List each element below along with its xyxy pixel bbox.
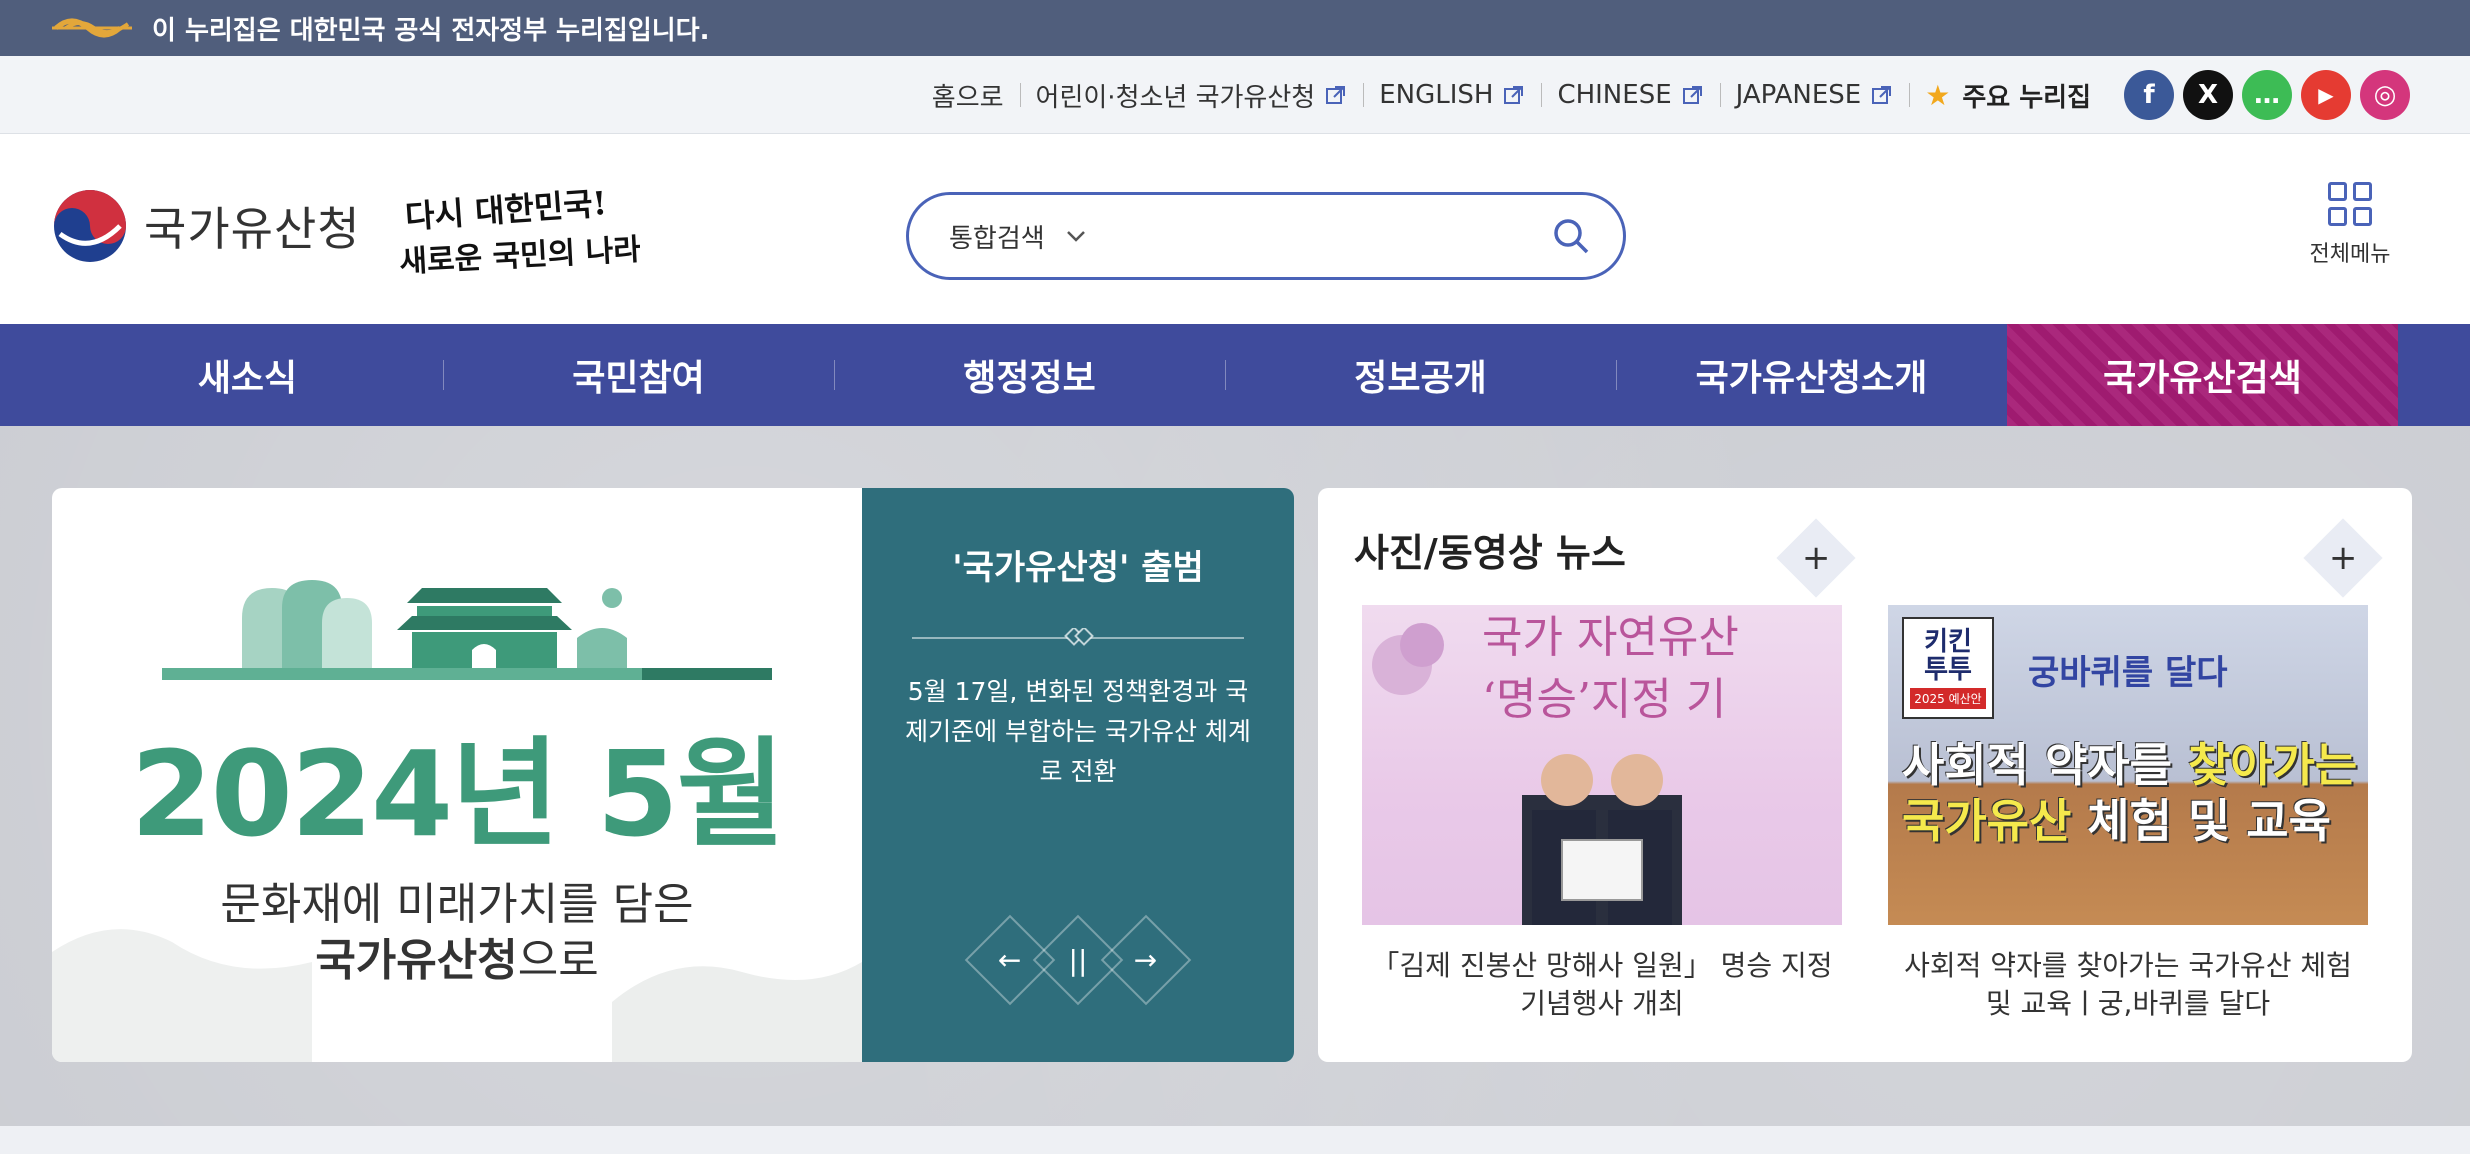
taegeuk-emblem-icon: [54, 190, 126, 262]
kids-site-link[interactable]: 어린이·청소년 국가유산청: [1019, 77, 1364, 114]
svg-text:새로운 국민의 나라: 새로운 국민의 나라: [400, 232, 640, 280]
news-card[interactable]: 국가 자연유산 ‘명승’지정 기 「김제 진봉산 망해사 일원」 명승 지정 기념…: [1362, 605, 1842, 1023]
plus-icon: +: [1801, 538, 1831, 578]
slider-next-button[interactable]: →: [1100, 914, 1192, 1006]
bottom-strip: [0, 1126, 2470, 1154]
banner-subtitle-suffix: 으로: [517, 935, 599, 986]
nav-participation[interactable]: 국민참여: [443, 324, 834, 426]
slider-controls: ← || →: [862, 914, 1294, 1006]
x-icon[interactable]: X: [2183, 70, 2233, 120]
english-link-label: ENGLISH: [1379, 80, 1494, 110]
japanese-link-label: JAPANESE: [1735, 80, 1862, 110]
video-more-button[interactable]: +: [2303, 518, 2383, 598]
external-link-icon: [1682, 86, 1702, 104]
plus-icon: +: [2328, 538, 2358, 578]
search-button[interactable]: [1547, 212, 1595, 260]
home-link[interactable]: 홈으로: [916, 77, 1020, 114]
external-link-icon: [1326, 86, 1346, 104]
egov-logo-icon: [52, 8, 132, 48]
japanese-link[interactable]: JAPANESE: [1719, 80, 1910, 110]
search-scope-select[interactable]: 통합검색: [949, 218, 1087, 255]
kids-site-link-label: 어린이·청소년 국가유산청: [1035, 82, 1316, 113]
nav-about[interactable]: 국가유산청소개: [1616, 324, 2007, 426]
sns-links: f X … ▶ ◎: [2115, 70, 2410, 120]
arrow-left-icon: ←: [998, 943, 1022, 977]
brand-name: 국가유산청: [144, 202, 361, 256]
external-link-icon: [1504, 86, 1524, 104]
chinese-link-label: CHINESE: [1557, 80, 1672, 110]
news-more-button[interactable]: +: [1776, 518, 1856, 598]
external-link-icon: [1872, 86, 1892, 104]
banner-description: 5월 17일, 변화된 정책환경과 국제기준에 부합하는 국가유산 체계로 전환: [905, 677, 1251, 786]
banner-description-panel: '국가유산청' 출범 5월 17일, 변화된 정책환경과 국제기준에 부합하는 …: [862, 488, 1294, 1062]
news-card-caption: 「김제 진봉산 망해사 일원」 명승 지정 기념행사 개최: [1371, 949, 1833, 1020]
home-link-label: 홈으로: [931, 82, 1004, 113]
facebook-icon[interactable]: f: [2124, 70, 2174, 120]
svg-text:다시 대한민국!: 다시 대한민국!: [404, 186, 608, 236]
video-card-caption: 사회적 약자를 찾아가는 국가유산 체험 및 교육ㅣ궁,바퀴를 달다: [1904, 949, 2352, 1020]
banner-subtitle-line1: 문화재에 미래가치를 담은: [220, 879, 694, 930]
banner-subtitle-line2: 국가유산청으로: [52, 924, 862, 988]
photo-video-news-panel: 사진/동영상 뉴스 + + 국가 자연유산 ‘명승’지정 기 「김제 진봉산 망해…: [1318, 488, 2412, 1062]
youtube-icon[interactable]: ▶: [2301, 70, 2351, 120]
ornament-divider-icon: [912, 628, 1244, 646]
utility-links: 홈으로 어린이·청소년 국가유산청 ENGLISH CHINESE JAPANE…: [916, 56, 2470, 134]
video-card[interactable]: 키킨 투투 2025 예산안 궁바퀴를 달다 사회적 약자를 찾아가는 국가유산…: [1888, 605, 2368, 1023]
instagram-icon[interactable]: ◎: [2360, 70, 2410, 120]
video-subtitle: 궁바퀴를 달다: [2028, 653, 2228, 693]
nav-disclosure[interactable]: 정보공개: [1225, 324, 1616, 426]
slogan-image: 다시 대한민국! 새로운 국민의 나라: [399, 184, 643, 286]
all-menu-label: 전체메뉴: [2309, 242, 2391, 267]
palace-illustration: [162, 580, 772, 680]
all-menu-button[interactable]: 전체메뉴: [2300, 182, 2400, 268]
news-thumbnail: 국가 자연유산 ‘명승’지정 기: [1362, 605, 1842, 925]
main-navigation: 새소식 국민참여 행정정보 정보공개 국가유산청소개 국가유산검색: [0, 324, 2470, 426]
talk-icon[interactable]: …: [2242, 70, 2292, 120]
arrow-right-icon: →: [1134, 943, 1158, 977]
grid-menu-icon: [2328, 182, 2372, 226]
gov-banner-text: 이 누리집은 대한민국 공식 전자정부 누리집입니다.: [152, 15, 710, 46]
video-thumbnail: 키킨 투투 2025 예산안 궁바퀴를 달다 사회적 약자를 찾아가는 국가유산…: [1888, 605, 2368, 925]
search-icon: [1554, 219, 1589, 254]
utility-bar: 홈으로 어린이·청소년 국가유산청 ENGLISH CHINESE JAPANE…: [0, 56, 2470, 134]
thumbnail-caption-text: 국가 자연유산 ‘명승’지정 기: [1482, 612, 1739, 725]
site-logo[interactable]: 국가유산청: [50, 186, 361, 266]
nav-admin-info[interactable]: 행정정보: [834, 324, 1225, 426]
search-input[interactable]: [1106, 206, 1547, 266]
search-scope-label: 통합검색: [949, 223, 1045, 254]
english-link[interactable]: ENGLISH: [1363, 80, 1541, 110]
star-icon: ★: [1925, 78, 1951, 112]
kikin-tutu-badge: 키킨 투투 2025 예산안: [1902, 617, 1994, 719]
main-visual-banner[interactable]: 2024년 5월 문화재에 미래가치를 담은 국가유산청으로: [52, 488, 862, 1062]
nav-heritage-search[interactable]: 국가유산검색: [2007, 324, 2398, 426]
banner-year-month: 2024년 5월: [130, 725, 786, 863]
key-sites-button[interactable]: ★ 주요 누리집: [1909, 77, 2107, 114]
gov-official-banner: 이 누리집은 대한민국 공식 전자정부 누리집입니다.: [0, 0, 2470, 56]
chevron-down-icon: [1066, 231, 1085, 242]
key-sites-label: 주요 누리집: [1962, 82, 2091, 113]
search-bar: 통합검색: [906, 192, 1626, 280]
nav-news[interactable]: 새소식: [52, 324, 443, 426]
banner-title: '국가유산청' 출범: [952, 548, 1204, 588]
news-section-title: 사진/동영상 뉴스: [1354, 531, 1626, 575]
pause-icon: ||: [1068, 943, 1088, 977]
site-header: 국가유산청 다시 대한민국! 새로운 국민의 나라 통합검색 전체메뉴: [0, 134, 2470, 324]
chinese-link[interactable]: CHINESE: [1541, 80, 1719, 110]
banner-agency-name: 국가유산청: [315, 935, 518, 986]
video-title-overlay: 사회적 약자를 찾아가는 국가유산 체험 및 교육: [1902, 738, 2358, 848]
